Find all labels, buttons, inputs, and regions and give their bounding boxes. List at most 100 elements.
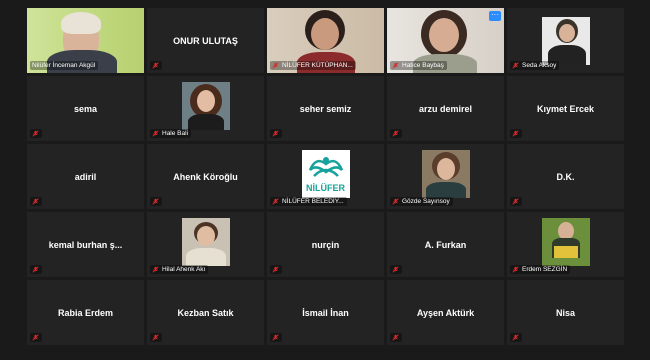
muted-mic-icon [392,130,399,137]
participant-name: Erdem SEZGİN [522,266,568,273]
participant-name: kemal burhan ş... [48,239,123,250]
participant-tile[interactable]: NİLÜFER NİLÜFER BELEDİY... [267,144,384,209]
participant-tile[interactable]: ··· Hatice Baybaş [387,8,504,73]
muted-mic-icon [512,266,519,273]
participant-tile[interactable]: Erdem SEZGİN [507,212,624,277]
photo-shoulders [185,247,226,266]
muted-mic-icon [272,198,279,205]
muted-mic-icon [32,130,39,137]
muted-mic-icon [152,266,159,273]
participant-name: Gözde Sayınsoy [402,198,450,205]
participant-label: Hale Bali [150,129,192,138]
participant-tile[interactable]: seher semiz [267,76,384,141]
muted-mic-icon [272,130,279,137]
participant-label: Seda Aksoy [510,61,560,70]
participant-name: seher semiz [299,103,352,114]
muted-mic-icon [512,130,519,137]
participant-name: sema [73,103,98,114]
participant-tile[interactable]: nurçin [267,212,384,277]
photo-face [558,23,575,42]
participant-name: Seda Aksoy [522,62,557,69]
participant-name: Rabia Erdem [57,307,114,318]
participant-name: D.K. [556,171,575,182]
photo-face [196,89,215,112]
participant-tile[interactable]: Nisa [507,280,624,345]
video-hair [61,12,101,34]
video-person [311,18,339,50]
participant-tile[interactable]: adiril [27,144,144,209]
participant-tile[interactable]: arzu demirel [387,76,504,141]
participant-label [510,129,522,138]
participant-tile[interactable]: Kezban Satık [147,280,264,345]
participant-label [270,129,282,138]
participant-label [150,333,162,342]
participant-label [150,61,162,70]
muted-mic-icon [32,334,39,341]
nilufer-logo: NİLÜFER [301,149,350,198]
participant-tile[interactable]: D.K. [507,144,624,209]
muted-mic-icon [392,266,399,273]
muted-mic-icon [152,130,159,137]
participant-tile[interactable]: Hilal Ahenk Akı [147,212,264,277]
muted-mic-icon [32,266,39,273]
participant-tile[interactable]: sema [27,76,144,141]
muted-mic-icon [152,62,159,69]
participant-name: Kezban Satık [177,307,234,318]
photo-shoulders [425,181,466,198]
participant-label: Hilal Ahenk Akı [150,265,209,274]
participant-tile[interactable]: Gözde Sayınsoy [387,144,504,209]
participant-label [390,129,402,138]
video-person [429,18,459,52]
participant-name: Ahenk Köroğlu [173,171,238,182]
muted-mic-icon [272,266,279,273]
participant-label: Gözde Sayınsoy [390,197,453,206]
participant-name: Hilal Ahenk Akı [162,266,206,273]
participant-tile[interactable]: A. Furkan [387,212,504,277]
participant-label [390,333,402,342]
participant-name: arzu demirel [418,103,473,114]
muted-mic-icon [272,334,279,341]
participant-name: Ayşen Aktürk [416,307,475,318]
participant-name: Hale Bali [162,130,189,137]
photo-face [436,157,455,180]
muted-mic-icon [32,198,39,205]
more-options-button[interactable]: ··· [489,11,501,21]
muted-mic-icon [392,198,399,205]
photo-face [196,225,215,246]
participant-tile[interactable]: Nilüfer İnceman Akgül [27,8,144,73]
participant-name: Nilüfer İnceman Akgül [32,62,96,69]
participant-label [30,265,42,274]
participant-name: İsmail İnan [302,307,349,318]
participant-label [30,333,42,342]
participant-label [270,333,282,342]
participant-label: Nilüfer İnceman Akgül [30,61,99,70]
photo-sign [553,245,578,258]
participant-label: NİLÜFER BELEDİY... [270,197,347,206]
participant-tile[interactable]: Seda Aksoy [507,8,624,73]
participant-tile[interactable]: ONUR ULUTAŞ [147,8,264,73]
participant-tile[interactable]: Kıymet Ercek [507,76,624,141]
participant-label [30,197,42,206]
participant-tile[interactable]: kemal burhan ş... [27,212,144,277]
participant-name: Nisa [555,307,575,318]
gallery-grid: Nilüfer İnceman Akgül ONUR ULUTAŞ NİLÜFE… [27,8,624,345]
participant-label [270,265,282,274]
participant-tile[interactable]: İsmail İnan [267,280,384,345]
muted-mic-icon [392,334,399,341]
participant-tile[interactable]: Ahenk Köroğlu [147,144,264,209]
participant-photo [541,217,590,266]
participant-label: Hatice Baybaş [390,61,447,70]
participant-tile[interactable]: Hale Bali [147,76,264,141]
participant-name: ONUR ULUTAŞ [173,35,238,46]
participant-tile[interactable]: NİLÜFER KÜTÜPHAN... [267,8,384,73]
participant-tile[interactable]: Ayşen Aktürk [387,280,504,345]
participant-name: nurçin [311,239,340,250]
participant-label: Erdem SEZGİN [510,265,571,274]
logo-text: NİLÜFER [306,182,345,193]
muted-mic-icon [272,62,279,69]
participant-name: adiril [74,171,97,182]
participant-name: NİLÜFER BELEDİY... [282,198,344,205]
participant-tile[interactable]: Rabia Erdem [27,280,144,345]
participant-label [150,197,162,206]
participant-label [30,129,42,138]
